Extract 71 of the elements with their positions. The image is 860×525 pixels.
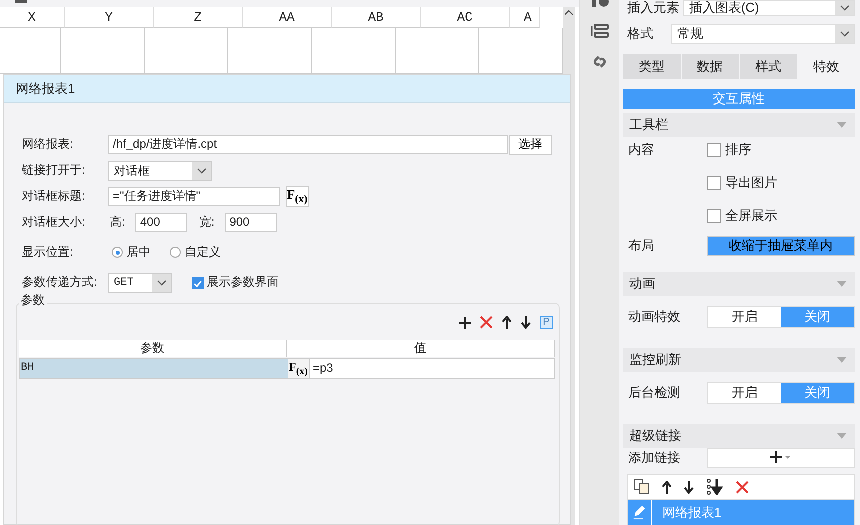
column-header[interactable]: AC — [421, 7, 510, 28]
field-label: 网络报表: — [22, 136, 74, 153]
move-to-bottom-icon[interactable] — [706, 479, 724, 495]
column-header[interactable]: Y — [65, 7, 154, 28]
toggle-option[interactable]: 开启 — [708, 383, 782, 403]
radio-button[interactable]: 居中 — [112, 244, 151, 261]
tab[interactable]: 样式 — [740, 54, 797, 79]
chevron-down-icon[interactable] — [840, 31, 850, 37]
delete-icon[interactable] — [480, 316, 493, 329]
column-header[interactable]: Z — [154, 7, 243, 28]
path-field[interactable]: /hf_dp/进度详情.cpt — [108, 135, 508, 154]
field-label: 布局 — [627, 237, 656, 255]
field-label: 显示位置: — [22, 244, 74, 261]
add-icon[interactable] — [459, 316, 471, 328]
field-label: 内容 — [627, 141, 656, 159]
field-label: 对话框大小: — [22, 214, 86, 231]
height-label: 高: — [110, 214, 126, 231]
arrow-down-icon[interactable] — [521, 316, 531, 329]
column-header: 值 — [287, 340, 555, 357]
field-label: 插入元素 — [626, 0, 680, 16]
method-dropdown[interactable]: GET — [108, 272, 172, 292]
checkbox[interactable]: 展示参数界面 — [192, 274, 279, 291]
tab[interactable]: 类型 — [623, 54, 680, 79]
dialog-title: 网络报表1 — [4, 75, 570, 103]
info-icon[interactable] — [590, 0, 609, 8]
title-field[interactable]: ="任务进度详情" — [108, 187, 280, 206]
format-dropdown[interactable]: 常规 — [671, 24, 855, 44]
select-button[interactable]: 选择 — [509, 134, 552, 154]
chevron-down-icon[interactable] — [840, 5, 850, 11]
column-header: 参数 — [19, 340, 287, 357]
arrow-down-icon[interactable] — [684, 480, 694, 494]
section-header[interactable]: 超级链接 — [629, 427, 682, 445]
section-header[interactable]: 工具栏 — [629, 116, 668, 134]
insert-dropdown[interactable]: 插入图表(C) — [683, 0, 855, 16]
section-header[interactable]: 监控刷新 — [629, 351, 682, 369]
checkbox[interactable]: 全屏展示 — [707, 207, 778, 225]
height-field[interactable]: 400 — [135, 213, 188, 232]
section-header[interactable]: 动画 — [629, 275, 656, 293]
scroll-up-icon[interactable] — [565, 10, 573, 15]
field-label: 后台检测 — [627, 384, 682, 402]
column-header[interactable]: X — [0, 7, 65, 28]
copy-icon[interactable] — [634, 479, 650, 495]
chevron-down-icon[interactable] — [156, 280, 166, 286]
toggle-option[interactable]: 开启 — [708, 307, 782, 327]
plus-icon — [769, 450, 794, 464]
layout-icon[interactable] — [590, 24, 609, 38]
arrow-up-icon[interactable] — [662, 480, 672, 494]
field-label: 对话框标题: — [22, 188, 86, 205]
width-label: 宽: — [199, 214, 215, 231]
field-label: 添加链接 — [627, 449, 682, 467]
checkbox[interactable]: 导出图片 — [707, 174, 778, 192]
group-title: 参数 — [19, 292, 47, 309]
width-field[interactable]: 900 — [224, 213, 277, 232]
link-icon[interactable] — [592, 54, 608, 70]
radio-button[interactable]: 自定义 — [170, 244, 221, 261]
open-in-dropdown[interactable]: 对话框 — [108, 160, 212, 180]
tab[interactable]: 数据 — [682, 54, 739, 79]
formula-button[interactable]: F$_{(x)}$ — [286, 186, 309, 207]
column-header[interactable]: AA — [243, 7, 332, 28]
chevron-down-icon[interactable] — [196, 168, 206, 174]
section-title: 交互属性 — [623, 89, 855, 109]
field-label: 动画特效 — [627, 308, 682, 326]
arrow-up-icon[interactable] — [502, 316, 512, 329]
field-label: 链接打开于: — [22, 162, 86, 179]
column-header[interactable]: A — [510, 7, 540, 28]
column-header[interactable]: AB — [332, 7, 421, 28]
field-label: 格式 — [626, 25, 654, 43]
checkbox[interactable]: 排序 — [707, 141, 778, 159]
delete-icon[interactable] — [736, 480, 750, 494]
layout-button[interactable]: 收缩于抽屉菜单内 — [707, 236, 855, 256]
field-label: 参数传递方式: — [22, 274, 98, 291]
